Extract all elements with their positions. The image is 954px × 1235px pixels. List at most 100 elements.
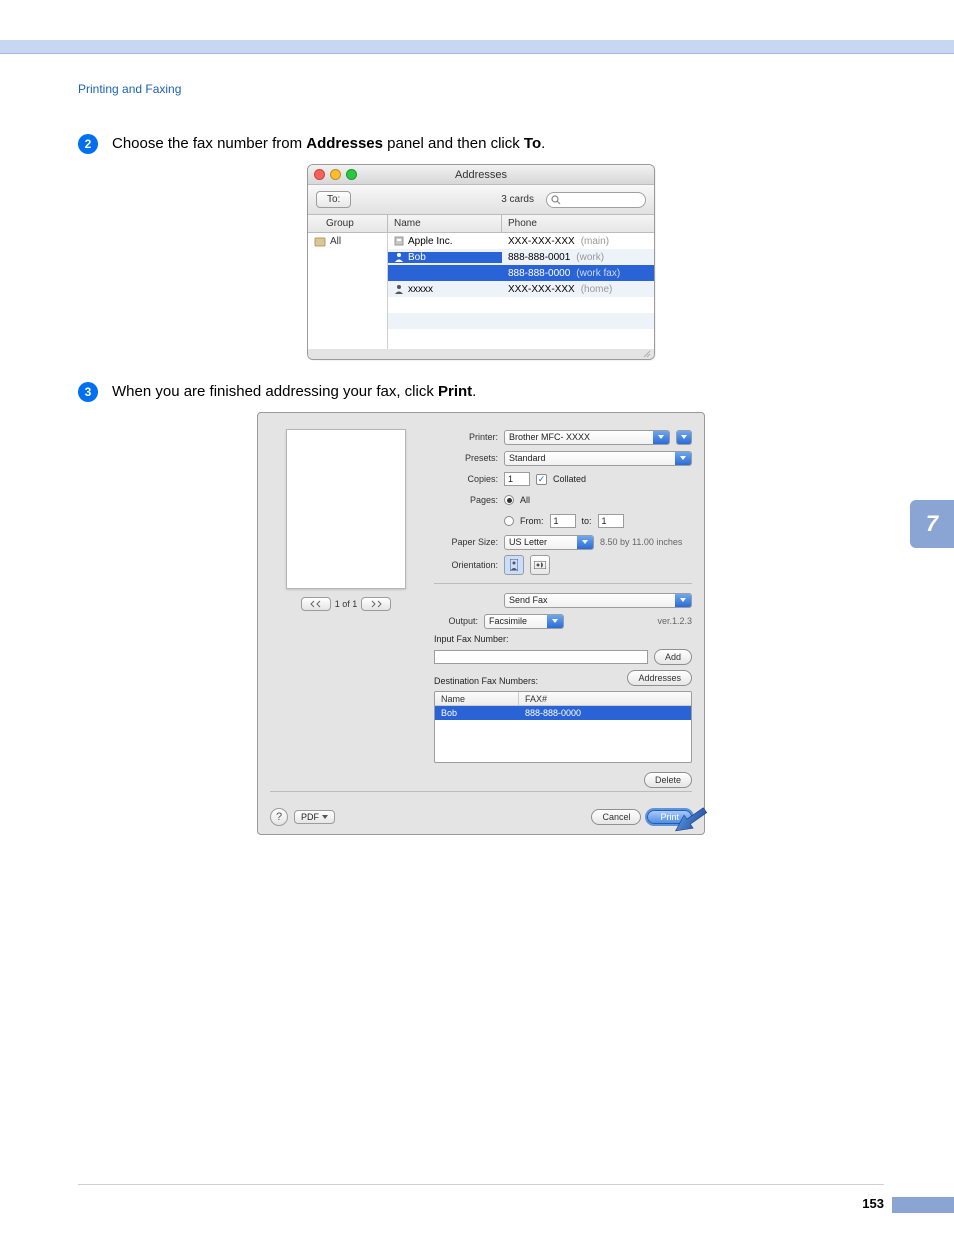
- step-2-post: .: [541, 135, 545, 152]
- search-icon: [551, 195, 561, 205]
- fax-number-input[interactable]: [434, 650, 648, 664]
- output-value: Facsimile: [489, 616, 527, 626]
- paper-size-select[interactable]: US Letter: [504, 535, 594, 550]
- label-output: Output:: [434, 616, 478, 626]
- label-input-fax: Input Fax Number:: [434, 634, 692, 644]
- cell-name: xxxxx: [408, 284, 433, 295]
- add-button[interactable]: Add: [654, 649, 692, 665]
- print-dialog: 1 of 1 Printer: Brother MFC- XXXX Preset…: [257, 412, 705, 835]
- paper-size-value: US Letter: [509, 537, 547, 547]
- page-number-accent: [892, 1197, 954, 1213]
- minimize-icon[interactable]: [330, 169, 341, 180]
- cell-phone-type: (work fax): [576, 268, 620, 279]
- groups-column: All: [308, 233, 388, 349]
- help-button[interactable]: ?: [270, 808, 288, 826]
- book-icon: [314, 237, 326, 247]
- orientation-portrait-button[interactable]: [504, 555, 524, 575]
- presets-select[interactable]: Standard: [504, 451, 692, 466]
- label-paper-size: Paper Size:: [434, 537, 498, 547]
- addresses-title-text: Addresses: [455, 169, 507, 181]
- group-all[interactable]: All: [308, 233, 387, 250]
- paper-dimensions: 8.50 by 11.00 inches: [600, 537, 682, 547]
- resize-handle[interactable]: [308, 349, 654, 359]
- step-3: 3 When you are finished addressing your …: [78, 382, 884, 402]
- table-row[interactable]: Apple Inc. XXX-XXX-XXX(main): [388, 233, 654, 249]
- cell-name: Apple Inc.: [408, 236, 452, 247]
- orientation-landscape-button[interactable]: [530, 555, 550, 575]
- col-header-group[interactable]: Group: [308, 215, 388, 232]
- pages-to-input[interactable]: 1: [598, 514, 624, 528]
- window-controls: [314, 169, 357, 180]
- dest-row-selected[interactable]: Bob 888-888-0000: [435, 706, 691, 720]
- dest-col-name[interactable]: Name: [435, 692, 519, 705]
- step-3-badge: 3: [78, 382, 98, 402]
- output-select[interactable]: Facsimile: [484, 614, 564, 629]
- printer-select[interactable]: Brother MFC- XXXX: [504, 430, 670, 445]
- addresses-button[interactable]: Addresses: [627, 670, 692, 686]
- preview-next-button[interactable]: [361, 597, 391, 611]
- label-copies: Copies:: [434, 474, 498, 484]
- col-header-phone[interactable]: Phone: [502, 215, 654, 232]
- pane-value: Send Fax: [509, 595, 548, 605]
- cell-phone: XXX-XXX-XXX: [508, 284, 575, 295]
- dest-col-fax[interactable]: FAX#: [519, 692, 553, 705]
- pane-select[interactable]: Send Fax: [504, 593, 692, 608]
- table-row-empty: [388, 313, 654, 329]
- step-2-mid: panel and then click: [383, 135, 524, 152]
- divider: [434, 583, 692, 584]
- label-pages: Pages:: [434, 495, 498, 505]
- table-row[interactable]: xxxxx XXX-XXX-XXX (home): [388, 281, 654, 297]
- version-text: ver.1.2.3: [657, 616, 692, 626]
- preview-prev-button[interactable]: [301, 597, 331, 611]
- step-3-b1: Print: [438, 383, 472, 400]
- dest-cell-fax: 888-888-0000: [519, 706, 587, 720]
- print-preview: [286, 429, 406, 589]
- cell-phone-type: (work): [576, 252, 604, 263]
- zoom-icon[interactable]: [346, 169, 357, 180]
- step-2-b2: To: [524, 135, 541, 152]
- cell-phone-type: (home): [581, 284, 613, 295]
- cell-phone-type: (main): [581, 236, 609, 247]
- step-3-post: .: [472, 383, 476, 400]
- print-bottom-bar: ? PDF Cancel Print: [270, 800, 692, 826]
- pdf-label: PDF: [301, 812, 319, 822]
- col-header-name[interactable]: Name: [388, 215, 502, 232]
- printer-status-button[interactable]: [676, 430, 692, 445]
- breadcrumb: Printing and Faxing: [78, 82, 884, 96]
- step-2: 2 Choose the fax number from Addresses p…: [78, 134, 884, 154]
- preview-page-nav: 1 of 1: [301, 597, 392, 611]
- cards-count: 3 cards: [501, 194, 534, 205]
- print-preview-column: 1 of 1: [270, 429, 422, 788]
- presets-value: Standard: [509, 453, 546, 463]
- copies-input[interactable]: 1: [504, 472, 530, 486]
- table-row[interactable]: Bob 888-888-0001(work): [388, 249, 654, 265]
- top-blank: [0, 0, 954, 40]
- cell-phone: 888-888-0000: [508, 268, 570, 279]
- table-row-selected[interactable]: 888-888-0000 (work fax): [388, 265, 654, 281]
- pages-range-radio[interactable]: [504, 516, 514, 526]
- pages-from-input[interactable]: 1: [550, 514, 576, 528]
- addresses-window: Addresses To: 3 cards Group Name Phone: [307, 164, 655, 360]
- addresses-columns-header: Group Name Phone: [308, 215, 654, 233]
- figure-addresses-wrap: Addresses To: 3 cards Group Name Phone: [78, 164, 884, 360]
- delete-button[interactable]: Delete: [644, 772, 692, 788]
- divider: [270, 791, 692, 792]
- pages-all-radio[interactable]: [504, 495, 514, 505]
- addresses-toolbar: To: 3 cards: [308, 185, 654, 215]
- collated-checkbox[interactable]: [536, 474, 547, 485]
- destination-fax-table: Name FAX# Bob 888-888-0000: [434, 691, 692, 763]
- close-icon[interactable]: [314, 169, 325, 180]
- step-2-badge: 2: [78, 134, 98, 154]
- page-number: 153: [862, 1196, 884, 1211]
- step-2-text: Choose the fax number from Addresses pan…: [112, 134, 545, 154]
- search-input[interactable]: [546, 192, 646, 208]
- pdf-button[interactable]: PDF: [294, 810, 335, 824]
- label-presets: Presets:: [434, 453, 498, 463]
- person-icon: [394, 284, 404, 294]
- step-3-text: When you are finished addressing your fa…: [112, 382, 476, 402]
- to-button[interactable]: To:: [316, 191, 351, 208]
- cancel-button[interactable]: Cancel: [591, 809, 641, 825]
- chevron-down-icon: [322, 815, 328, 819]
- page-content: Printing and Faxing 2 Choose the fax num…: [0, 54, 954, 835]
- label-orientation: Orientation:: [434, 560, 498, 570]
